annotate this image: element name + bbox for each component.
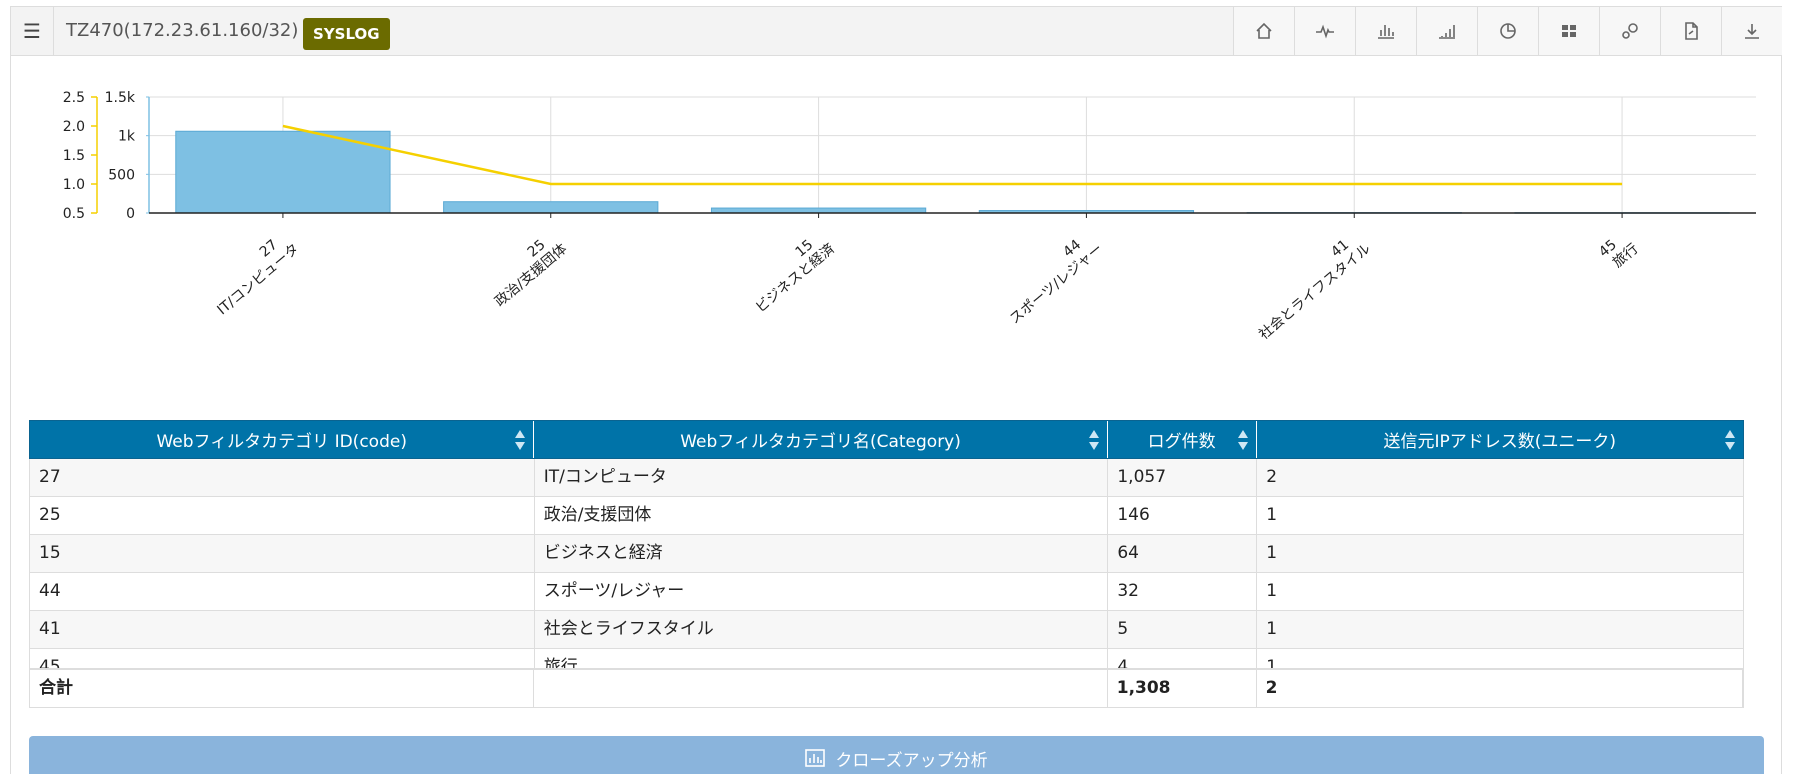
x-tick-label: 41社会とライフスタイル	[1245, 228, 1373, 343]
column-header-code[interactable]: Webフィルタカテゴリ ID(code)	[30, 421, 535, 458]
cell-category: 政治/支援団体	[535, 497, 1109, 534]
cell-log-count: 64	[1108, 535, 1258, 572]
page: ☰ TZ470(172.23.61.160/32) SYSLOG 0 500 1…	[0, 0, 1813, 774]
closeup-analysis-button[interactable]: クローズアップ分析	[29, 736, 1764, 774]
cell-code: 41	[30, 611, 535, 648]
syslog-badge: SYSLOG	[303, 18, 390, 50]
cell-category: ビジネスと経済	[535, 535, 1109, 572]
pdf-icon[interactable]	[1660, 7, 1721, 55]
y2-tick-label: 0.5	[63, 206, 85, 222]
sort-icon[interactable]	[515, 430, 526, 450]
cell-log-count: 5	[1108, 611, 1258, 648]
column-header-category[interactable]: Webフィルタカテゴリ名(Category)	[534, 421, 1108, 458]
y-tick-label: 1k	[118, 129, 136, 145]
table-row[interactable]: 25 政治/支援団体 146 1	[30, 497, 1744, 535]
cell-code: 27	[30, 459, 535, 496]
y-tick-label: 0	[126, 206, 135, 222]
column-header-source-ip-count[interactable]: 送信元IPアドレス数(ユニーク)	[1257, 421, 1743, 458]
cell-ip-count: 1	[1257, 497, 1744, 534]
x-tick-label: 27IT/コンピュータ	[204, 228, 303, 318]
footer-ip-total: 2	[1257, 670, 1743, 707]
column-header-label: Webフィルタカテゴリ ID(code)	[156, 432, 407, 452]
signal-icon[interactable]	[1416, 7, 1477, 55]
bar-chart-icon	[805, 749, 826, 767]
column-header-log-count[interactable]: ログ件数	[1108, 421, 1257, 458]
gears-icon[interactable]	[1599, 7, 1660, 55]
cell-ip-count: 1	[1257, 649, 1744, 668]
cell-ip-count: 1	[1257, 535, 1744, 572]
x-tick-label: 45旅行	[1596, 228, 1642, 274]
table-footer: 合計 1,308 2	[29, 668, 1744, 708]
pulse-icon[interactable]	[1294, 7, 1355, 55]
home-icon[interactable]	[1233, 7, 1294, 55]
y2-tick-label: 1.0	[63, 177, 85, 193]
y2-tick-label: 1.5	[63, 148, 85, 164]
x-tick-label: 15ビジネスと経済	[742, 228, 838, 316]
y-tick-label: 1.5k	[105, 90, 136, 106]
sort-icon[interactable]	[1088, 430, 1099, 450]
y2-tick-label: 2.0	[63, 119, 85, 135]
column-header-label: 送信元IPアドレス数(ユニーク)	[1383, 432, 1617, 452]
footer-total-label: 合計	[30, 670, 535, 707]
report-panel: ☰ TZ470(172.23.61.160/32) SYSLOG 0 500 1…	[10, 6, 1782, 774]
panel-header: ☰ TZ470(172.23.61.160/32) SYSLOG	[11, 7, 1782, 56]
cell-log-count: 4	[1108, 649, 1258, 668]
cell-category: 社会とライフスタイル	[535, 611, 1109, 648]
pie-chart-icon[interactable]	[1477, 7, 1538, 55]
bar-chart-icon[interactable]	[1355, 7, 1416, 55]
closeup-analysis-label: クローズアップ分析	[835, 750, 988, 771]
cell-ip-count: 1	[1257, 611, 1744, 648]
cell-log-count: 146	[1108, 497, 1258, 534]
cell-category: IT/コンピュータ	[535, 459, 1109, 496]
cell-log-count: 1,057	[1108, 459, 1258, 496]
column-header-label: Webフィルタカテゴリ名(Category)	[680, 432, 961, 452]
hamburger-menu-icon[interactable]: ☰	[11, 7, 54, 55]
x-tick-label: 44スポーツ/レジャー	[996, 228, 1106, 328]
table-row[interactable]: 15 ビジネスと経済 64 1	[30, 535, 1744, 573]
sort-icon[interactable]	[1725, 430, 1735, 450]
table-header: Webフィルタカテゴリ ID(code) Webフィルタカテゴリ名(Catego…	[29, 420, 1744, 459]
line-series	[282, 124, 1623, 186]
cell-log-count: 32	[1108, 573, 1258, 610]
table-row[interactable]: 41 社会とライフスタイル 5 1	[30, 611, 1744, 649]
cell-ip-count: 1	[1257, 573, 1744, 610]
cell-category: スポーツ/レジャー	[535, 573, 1109, 610]
device-title: TZ470(172.23.61.160/32)	[66, 20, 299, 41]
y2-tick-label: 2.5	[63, 90, 85, 106]
table-row[interactable]: 44 スポーツ/レジャー 32 1	[30, 573, 1744, 611]
y-tick-label: 500	[108, 167, 135, 183]
column-header-label: ログ件数	[1147, 432, 1216, 452]
cell-category: 旅行	[535, 649, 1109, 668]
footer-log-total: 1,308	[1108, 670, 1257, 707]
footer-empty	[534, 670, 1108, 707]
cell-code: 44	[30, 573, 535, 610]
table-row[interactable]: 45 旅行 4 1	[30, 649, 1744, 668]
category-table: Webフィルタカテゴリ ID(code) Webフィルタカテゴリ名(Catego…	[29, 420, 1744, 708]
x-tick-label: 25政治/支援団体	[481, 228, 570, 310]
table-row[interactable]: 27 IT/コンピュータ 1,057 2	[30, 459, 1744, 497]
download-icon[interactable]	[1721, 7, 1782, 55]
cell-code: 45	[30, 649, 535, 668]
category-chart: 0 500 1k 1.5k 0.5 1.0 1.5 2.0 2.5 27IT/コンピュータ 25政治…	[63, 90, 1756, 343]
bar	[443, 201, 659, 214]
cell-code: 25	[30, 497, 535, 534]
grid-icon[interactable]	[1538, 7, 1599, 55]
cell-ip-count: 2	[1257, 459, 1744, 496]
sort-icon[interactable]	[1237, 430, 1248, 450]
toolbar	[1233, 7, 1782, 55]
cell-code: 15	[30, 535, 535, 572]
table-body[interactable]: 27 IT/コンピュータ 1,057 2 25 政治/支援団体 146 1 15…	[29, 459, 1744, 668]
bar	[175, 130, 391, 214]
